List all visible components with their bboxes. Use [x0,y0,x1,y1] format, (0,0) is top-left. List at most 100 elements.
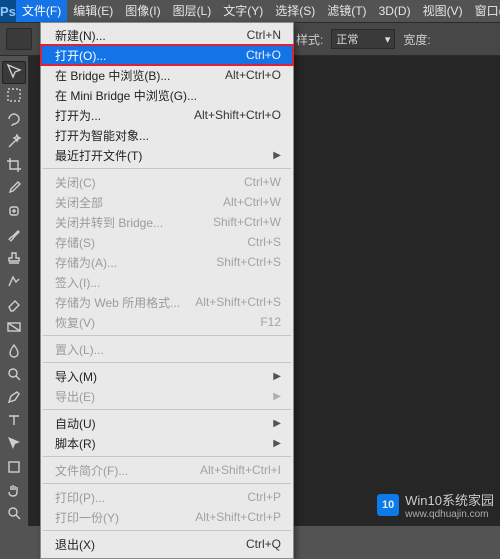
file-menu-item: 存储为 Web 所用格式...Alt+Shift+Ctrl+S [41,292,293,312]
file-menu-item[interactable]: 打开为智能对象... [41,125,293,145]
file-menu-item[interactable]: 新建(N)... Ctrl+N [41,25,293,45]
wand-icon [6,134,22,153]
dodge-tool[interactable] [3,365,25,386]
gradient-tool[interactable] [3,318,25,339]
menu-5[interactable]: 选择(S) [269,0,321,22]
blur-icon [6,343,22,362]
marquee-tool[interactable] [3,86,25,107]
menu-item-shortcut: Alt+Shift+Ctrl+I [200,463,281,477]
width-label: 宽度: [403,31,430,48]
crop-tool[interactable] [3,156,25,177]
menu-0[interactable]: 文件(F) [16,0,67,22]
path-icon [6,435,22,454]
chevron-down-icon: ▾ [385,33,391,46]
type-icon [6,412,22,431]
menu-3[interactable]: 图层(L) [167,0,218,22]
menu-item-shortcut: Ctrl+O [246,48,281,62]
menu-8[interactable]: 视图(V) [417,0,469,22]
eyedropper-tool[interactable] [3,179,25,200]
blur-tool[interactable] [3,341,25,362]
menu-1[interactable]: 编辑(E) [67,0,119,22]
menu-item-label: 自动(U) [55,415,96,432]
file-menu-item: 打印(P)...Ctrl+P [41,487,293,507]
zoom-tool[interactable] [3,504,25,525]
file-menu-item[interactable]: 退出(X)Ctrl+Q [41,534,293,554]
tools-panel [0,56,29,526]
menu-separator [43,456,291,457]
watermark-badge-icon: 10 [377,494,399,516]
file-menu-item: 置入(L)... [41,339,293,359]
menu-separator [43,409,291,410]
watermark: 10 Win10系统家园 www.qdhuajin.com [377,490,494,520]
file-menu-item[interactable]: 打开(O)...Ctrl+O [41,45,293,65]
menu-item-label: 在 Mini Bridge 中浏览(G)... [55,87,197,104]
styles-value: 正常 [336,31,358,47]
stamp-tool[interactable] [3,249,25,270]
chevron-right-icon: ▶ [273,418,281,429]
file-menu-item[interactable]: 导入(M)▶ [41,366,293,386]
menu-7[interactable]: 3D(D) [373,0,417,22]
styles-dropdown[interactable]: 正常 ▾ [331,29,395,49]
rect-tool[interactable] [3,457,25,478]
menu-item-label: 最近打开文件(T) [55,147,142,164]
menu-item-shortcut: Ctrl+W [244,175,281,189]
menu-separator [43,483,291,484]
menu-item-label: 打印一份(Y) [55,509,119,526]
file-menu-item[interactable]: 最近打开文件(T) ▶ [41,145,293,165]
history-icon [6,273,22,292]
menu-item-label: 存储为(A)... [55,254,117,271]
menu-item-label: 签入(I)... [55,274,100,291]
lasso-tool[interactable] [3,109,25,130]
marquee-icon [6,87,22,106]
menu-item-label: 脚本(R) [55,435,96,452]
menu-2[interactable]: 图像(I) [119,0,166,22]
file-menu-item[interactable]: 在 Mini Bridge 中浏览(G)... [41,85,293,105]
lasso-icon [6,111,22,130]
file-menu-item[interactable]: 自动(U) ▶ [41,413,293,433]
path-tool[interactable] [3,434,25,455]
file-menu-item: 恢复(V)F12 [41,312,293,332]
eraser-tool[interactable] [3,295,25,316]
menu-item-label: 置入(L)... [55,341,104,358]
stamp-icon [6,250,22,269]
eraser-icon [6,296,22,315]
history-tool[interactable] [3,272,25,293]
brush-tool[interactable] [3,225,25,246]
wand-tool[interactable] [3,133,25,154]
menu-separator [43,168,291,169]
file-menu-item[interactable]: 脚本(R)▶ [41,433,293,453]
file-menu-dropdown: 新建(N)... Ctrl+N 打开(O)...Ctrl+O在 Bridge 中浏览… [40,22,294,559]
menu-item-label: 新建(N)... [55,27,106,44]
pen-tool[interactable] [3,388,25,409]
menu-item-label: 恢复(V) [55,314,95,331]
menu-item-label: 存储(S) [55,234,95,251]
menu-9[interactable]: 窗口(V) [469,0,500,22]
menu-item-shortcut: Alt+Shift+Ctrl+O [194,108,281,122]
type-tool[interactable] [3,411,25,432]
file-menu-item[interactable]: 在 Bridge 中浏览(B)...Alt+Ctrl+O [41,65,293,85]
menubar: Ps 文件(F)编辑(E)图像(I)图层(L)文字(Y)选择(S)滤镜(T)3D… [0,0,500,22]
file-menu-item: 关闭全部 Alt+Ctrl+W [41,192,293,212]
hand-tool[interactable] [3,481,25,502]
heal-tool[interactable] [3,202,25,223]
menu-item-shortcut: Alt+Shift+Ctrl+P [195,510,281,524]
file-menu-item: 关闭(C)Ctrl+W [41,172,293,192]
menu-item-label: 关闭全部 [55,194,103,211]
file-menu-item: 关闭并转到 Bridge...Shift+Ctrl+W [41,212,293,232]
move-tool[interactable] [2,61,26,84]
menu-item-shortcut: Ctrl+S [247,235,281,249]
menu-item-label: 导入(M) [55,368,97,385]
move-icon [6,63,22,82]
styles-label: 样式: [296,31,323,48]
menu-item-shortcut: Ctrl+N [247,28,281,42]
hand-icon [6,482,22,501]
tool-preset-slot[interactable] [6,28,32,50]
menu-item-shortcut: Shift+Ctrl+S [216,255,281,269]
menu-item-shortcut: Alt+Ctrl+W [223,195,281,209]
menu-6[interactable]: 滤镜(T) [321,0,372,22]
file-menu-item[interactable]: 打开为...Alt+Shift+Ctrl+O [41,105,293,125]
chevron-right-icon: ▶ [273,150,281,161]
menu-4[interactable]: 文字(Y) [217,0,269,22]
menu-separator [43,362,291,363]
heal-icon [6,203,22,222]
